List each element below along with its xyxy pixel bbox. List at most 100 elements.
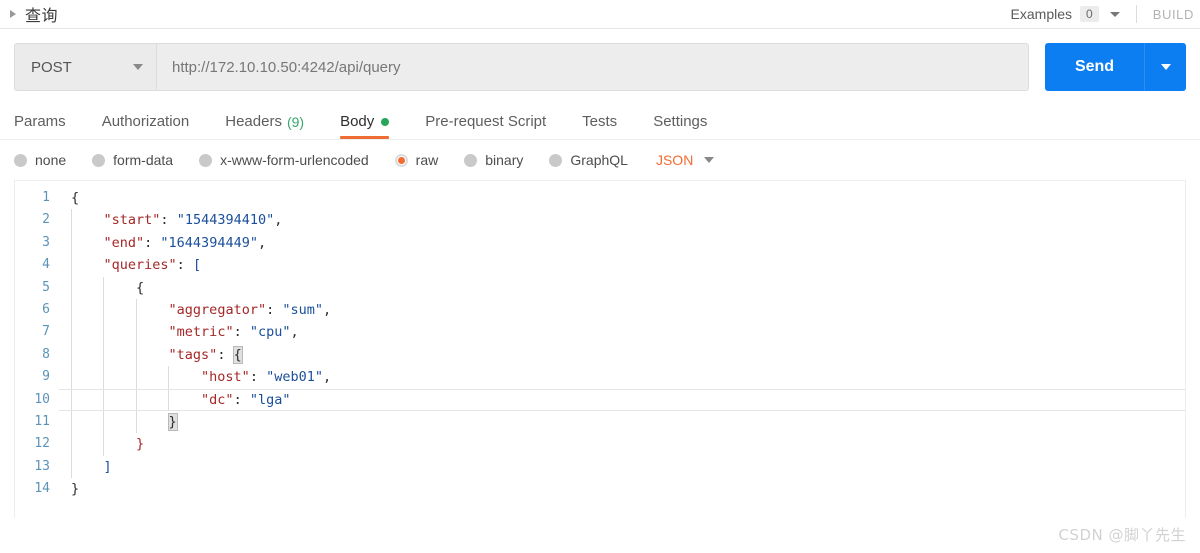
code-line: ] bbox=[59, 456, 1185, 478]
tab-headers[interactable]: Headers (9) bbox=[225, 113, 304, 139]
code-line: "queries": [ bbox=[59, 254, 1185, 276]
request-body-editor[interactable]: 1 2 3 4 5 6 7 8 9 10 11 12 13 14 { "start": "15443944… bbox=[14, 180, 1186, 518]
body-type-label: x-www-form-urlencoded bbox=[220, 152, 369, 168]
tab-authorization[interactable]: Authorization bbox=[102, 113, 190, 139]
tab-label: Body bbox=[340, 113, 375, 130]
code-token: { bbox=[232, 345, 243, 364]
watermark: CSDN @脚丫先生 bbox=[1058, 526, 1186, 544]
body-format-label: JSON bbox=[655, 152, 694, 168]
line-number: 14 bbox=[34, 481, 50, 497]
tab-label: Settings bbox=[653, 113, 708, 130]
tab-label: Tests bbox=[582, 113, 618, 130]
code-token: , bbox=[274, 212, 283, 229]
code-line: { bbox=[59, 187, 1185, 209]
code-line: "tags": { bbox=[59, 344, 1185, 366]
code-token: : bbox=[233, 324, 250, 341]
code-token: [ bbox=[192, 257, 202, 274]
tab-label: Authorization bbox=[101, 113, 190, 130]
body-type-form-data[interactable]: form-data bbox=[92, 152, 173, 168]
tab-label: Headers bbox=[225, 113, 282, 130]
code-token: ] bbox=[103, 458, 112, 475]
radio-icon bbox=[549, 153, 563, 167]
code-token: : bbox=[144, 234, 161, 251]
code-line: "metric": "cpu", bbox=[59, 321, 1185, 343]
code-token: "aggregator" bbox=[168, 302, 267, 319]
code-line: { bbox=[59, 277, 1185, 299]
tab-count: (9) bbox=[286, 113, 305, 130]
radio-icon bbox=[394, 153, 408, 167]
code-line: } bbox=[59, 478, 1185, 500]
code-line: } bbox=[59, 411, 1185, 433]
code-token: } bbox=[71, 481, 80, 498]
code-token: "start" bbox=[103, 212, 161, 229]
code-token: "end" bbox=[103, 234, 145, 251]
code-token: } bbox=[167, 413, 178, 432]
chevron-down-icon[interactable] bbox=[1109, 11, 1120, 17]
body-type-raw[interactable]: raw bbox=[394, 152, 439, 168]
code-line: "dc": "lga" bbox=[59, 388, 1185, 412]
code-token: : bbox=[249, 369, 267, 386]
line-number: 5 bbox=[42, 279, 50, 295]
tab-settings[interactable]: Settings bbox=[653, 113, 707, 139]
tab-params[interactable]: Params bbox=[14, 113, 66, 139]
code-line: "host": "web01", bbox=[59, 366, 1185, 388]
body-type-x-www-form-urlencoded[interactable]: x-www-form-urlencoded bbox=[199, 152, 369, 168]
body-type-binary[interactable]: binary bbox=[464, 152, 523, 168]
code-token: , bbox=[323, 302, 332, 319]
code-token: : bbox=[160, 212, 177, 229]
radio-icon bbox=[464, 153, 478, 167]
code-token: : bbox=[176, 257, 193, 274]
body-type-label: form-data bbox=[113, 152, 174, 168]
line-number: 7 bbox=[42, 324, 50, 340]
line-number: 6 bbox=[42, 302, 50, 318]
body-type-options: none form-data x-www-form-urlencoded raw bin… bbox=[0, 140, 1200, 180]
tab-tests[interactable]: Tests bbox=[582, 113, 617, 139]
body-type-graphql[interactable]: GraphQL bbox=[549, 152, 628, 168]
tab-pre-request-script[interactable]: Pre-request Script bbox=[425, 113, 546, 139]
body-type-label: raw bbox=[415, 152, 439, 168]
code-token: : bbox=[217, 346, 234, 363]
code-token: "lga" bbox=[249, 391, 291, 408]
tab-body[interactable]: Body bbox=[340, 113, 390, 139]
editor-code-area[interactable]: { "start": "1544394410", "end": "1644394… bbox=[59, 181, 1185, 518]
body-format-select[interactable]: JSON bbox=[655, 152, 715, 168]
body-type-label: GraphQL bbox=[570, 152, 628, 168]
chevron-down-icon bbox=[704, 157, 715, 163]
code-token: "1544394410" bbox=[176, 212, 275, 229]
body-present-dot-icon bbox=[381, 117, 390, 126]
code-line: "end": "1644394449", bbox=[59, 232, 1185, 254]
line-number: 1 bbox=[42, 190, 50, 205]
radio-icon bbox=[14, 153, 27, 167]
code-token: "dc" bbox=[201, 391, 234, 408]
send-button[interactable]: Send bbox=[1045, 43, 1144, 91]
examples-count-badge: 0 bbox=[1080, 6, 1099, 22]
request-header-bar: 查询 Examples 0 BUILD bbox=[0, 0, 1200, 29]
header-divider bbox=[1135, 5, 1137, 23]
triangle-right-icon[interactable] bbox=[10, 10, 16, 18]
url-input[interactable]: http://172.10.10.50:4242/api/query bbox=[157, 44, 1028, 90]
code-token: , bbox=[323, 369, 332, 386]
send-button-group: Send bbox=[1045, 43, 1186, 91]
line-number: 9 bbox=[42, 369, 50, 385]
code-token: "1644394449" bbox=[160, 234, 258, 251]
code-token: "web01" bbox=[266, 369, 323, 386]
code-token: , bbox=[290, 324, 299, 341]
build-label[interactable]: BUILD bbox=[1153, 7, 1200, 22]
send-options-button[interactable] bbox=[1144, 43, 1186, 91]
code-token: "tags" bbox=[168, 346, 218, 363]
code-token: { bbox=[71, 190, 80, 206]
line-number: 8 bbox=[42, 346, 50, 362]
code-line: "start": "1544394410", bbox=[59, 209, 1185, 231]
body-type-label: none bbox=[35, 152, 67, 168]
body-type-none[interactable]: none bbox=[14, 152, 66, 168]
line-number: 4 bbox=[42, 257, 50, 273]
http-method-select[interactable]: POST bbox=[15, 44, 157, 90]
url-bar: POST http://172.10.10.50:4242/api/query … bbox=[0, 29, 1200, 91]
code-token: { bbox=[136, 279, 145, 296]
body-type-label: binary bbox=[485, 152, 524, 168]
code-token: "queries" bbox=[103, 257, 177, 274]
chevron-down-icon bbox=[1160, 64, 1171, 70]
chevron-down-icon bbox=[133, 64, 143, 70]
radio-icon bbox=[199, 153, 213, 167]
line-number: 13 bbox=[34, 458, 50, 474]
